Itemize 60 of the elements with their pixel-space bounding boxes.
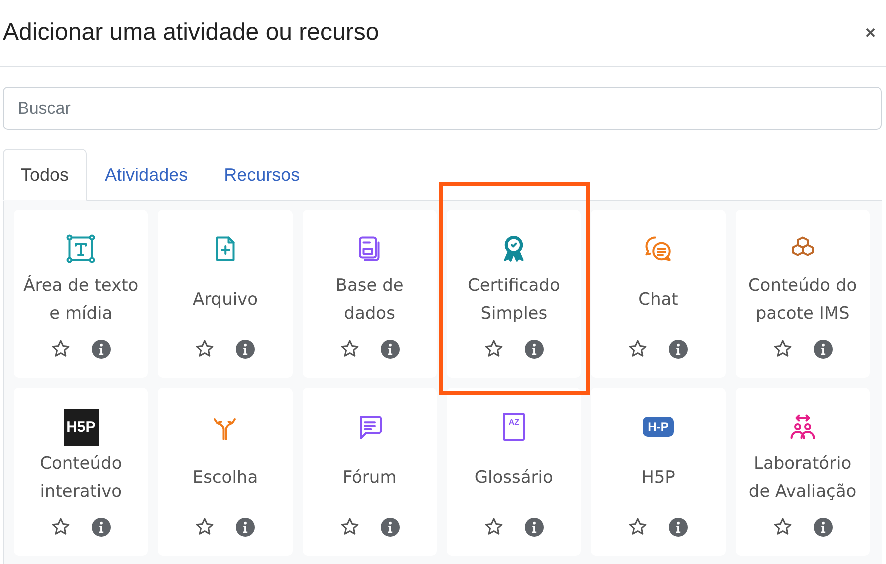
star-icon[interactable]	[51, 339, 72, 359]
chat-bubbles-icon	[643, 234, 674, 264]
info-icon[interactable]	[814, 340, 833, 358]
activity-name: Glossário	[474, 467, 554, 490]
info-icon[interactable]	[525, 518, 544, 536]
star-icon[interactable]	[484, 517, 504, 537]
activity-card[interactable]: Conteúdo do pacote IMS	[736, 210, 870, 378]
text-frame-icon	[66, 234, 96, 264]
activity-name: Certificado Simples	[466, 275, 562, 326]
info-icon[interactable]	[380, 340, 400, 358]
activity-card[interactable]: Fórum	[302, 388, 437, 556]
activity-card[interactable]: Base de dados	[302, 210, 437, 378]
activity-card[interactable]: Área de texto e mídia	[14, 210, 148, 378]
info-icon[interactable]	[380, 518, 400, 536]
search-field[interactable]: Buscar	[3, 87, 882, 130]
info-icon[interactable]	[92, 340, 112, 358]
activity-card[interactable]: H-P H5P	[591, 388, 726, 556]
star-icon[interactable]	[195, 517, 216, 537]
activity-card[interactable]: Arquivo	[158, 210, 293, 378]
info-icon[interactable]	[236, 340, 256, 358]
star-icon[interactable]	[340, 517, 360, 537]
star-icon[interactable]	[628, 339, 648, 359]
tab[interactable]: Atividades	[87, 149, 206, 201]
star-icon[interactable]	[195, 339, 216, 359]
activity-name: Conteúdo interativo	[39, 453, 124, 504]
info-icon[interactable]	[669, 340, 688, 358]
star-icon[interactable]	[628, 517, 648, 537]
tab[interactable]: Todos	[3, 149, 88, 201]
activity-card[interactable]: Escolha	[158, 388, 293, 556]
activity-card[interactable]: Laboratório de Avaliação	[736, 388, 870, 556]
h5p-logo-icon: H5P	[64, 408, 99, 446]
star-icon[interactable]	[51, 517, 72, 537]
star-icon[interactable]	[484, 339, 504, 359]
h5p-logo-icon: H-P	[643, 417, 674, 437]
activity-name: Fórum	[342, 467, 397, 490]
activity-name: Laboratório de Avaliação	[748, 453, 858, 504]
info-icon[interactable]	[814, 518, 833, 536]
activity-name: Conteúdo do pacote IMS	[747, 275, 858, 326]
activity-name: Arquivo	[192, 289, 258, 312]
activity-card[interactable]: Chat	[591, 210, 726, 378]
dialog-title: Adicionar uma atividade ou recurso	[3, 19, 380, 47]
activity-card[interactable]: Certificado Simples	[446, 210, 582, 378]
star-icon[interactable]	[772, 339, 793, 359]
activity-name: Escolha	[192, 467, 258, 490]
activity-name: Área de texto e mídia	[22, 274, 140, 326]
people-arrows-icon	[788, 412, 818, 442]
info-icon[interactable]	[669, 518, 688, 536]
info-icon[interactable]	[525, 340, 544, 358]
activity-name: Chat	[638, 289, 678, 312]
tab[interactable]: Recursos	[206, 149, 318, 201]
close-button[interactable]: ×	[859, 22, 882, 44]
activity-name: Base de dados	[334, 275, 405, 326]
info-icon[interactable]	[236, 518, 256, 536]
activity-card[interactable]: H5P Conteúdo interativo	[14, 388, 148, 556]
star-icon[interactable]	[772, 517, 793, 537]
activity-card[interactable]: AZ Glossário	[446, 388, 582, 556]
star-icon[interactable]	[340, 339, 360, 359]
book-icon: AZ	[502, 413, 526, 441]
info-icon[interactable]	[92, 518, 112, 536]
activity-name: H5P	[642, 467, 676, 490]
